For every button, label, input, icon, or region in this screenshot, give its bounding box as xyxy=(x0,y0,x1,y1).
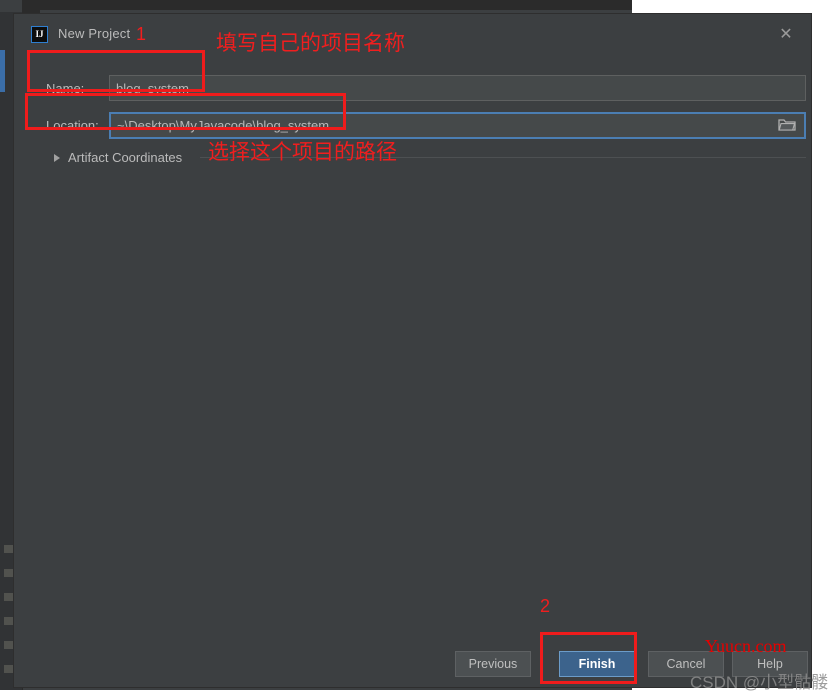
ide-rail-glyph xyxy=(4,641,13,649)
close-icon[interactable]: ✕ xyxy=(775,24,797,46)
location-field-wrapper xyxy=(109,112,806,139)
cancel-button[interactable]: Cancel xyxy=(648,651,724,677)
chevron-right-icon xyxy=(54,153,60,162)
location-field-label: Location: xyxy=(46,118,99,133)
new-project-dialog: IJ New Project ✕ Name: Location: Artifac… xyxy=(14,14,811,687)
name-field-label: Name: xyxy=(46,81,85,96)
artifact-coordinates-expander[interactable]: Artifact Coordinates xyxy=(54,150,182,165)
section-divider xyxy=(200,157,806,158)
folder-icon[interactable] xyxy=(774,116,800,134)
dialog-title: New Project xyxy=(58,26,131,41)
previous-button[interactable]: Previous xyxy=(455,651,531,677)
ide-rail-glyph xyxy=(4,617,13,625)
ide-rail-glyph xyxy=(4,545,13,553)
ide-rail-active-indicator xyxy=(0,50,5,92)
artifact-coordinates-label: Artifact Coordinates xyxy=(68,150,183,165)
ide-rail-glyph xyxy=(4,593,13,601)
ide-rail-glyph xyxy=(4,665,13,673)
project-name-input[interactable] xyxy=(109,75,806,101)
dialog-titlebar: IJ New Project ✕ xyxy=(14,14,811,56)
ide-rail-glyph xyxy=(4,569,13,577)
intellij-idea-icon: IJ xyxy=(31,26,48,43)
finish-button[interactable]: Finish xyxy=(559,651,635,677)
project-location-input[interactable] xyxy=(111,114,766,137)
help-button[interactable]: Help xyxy=(732,651,808,677)
